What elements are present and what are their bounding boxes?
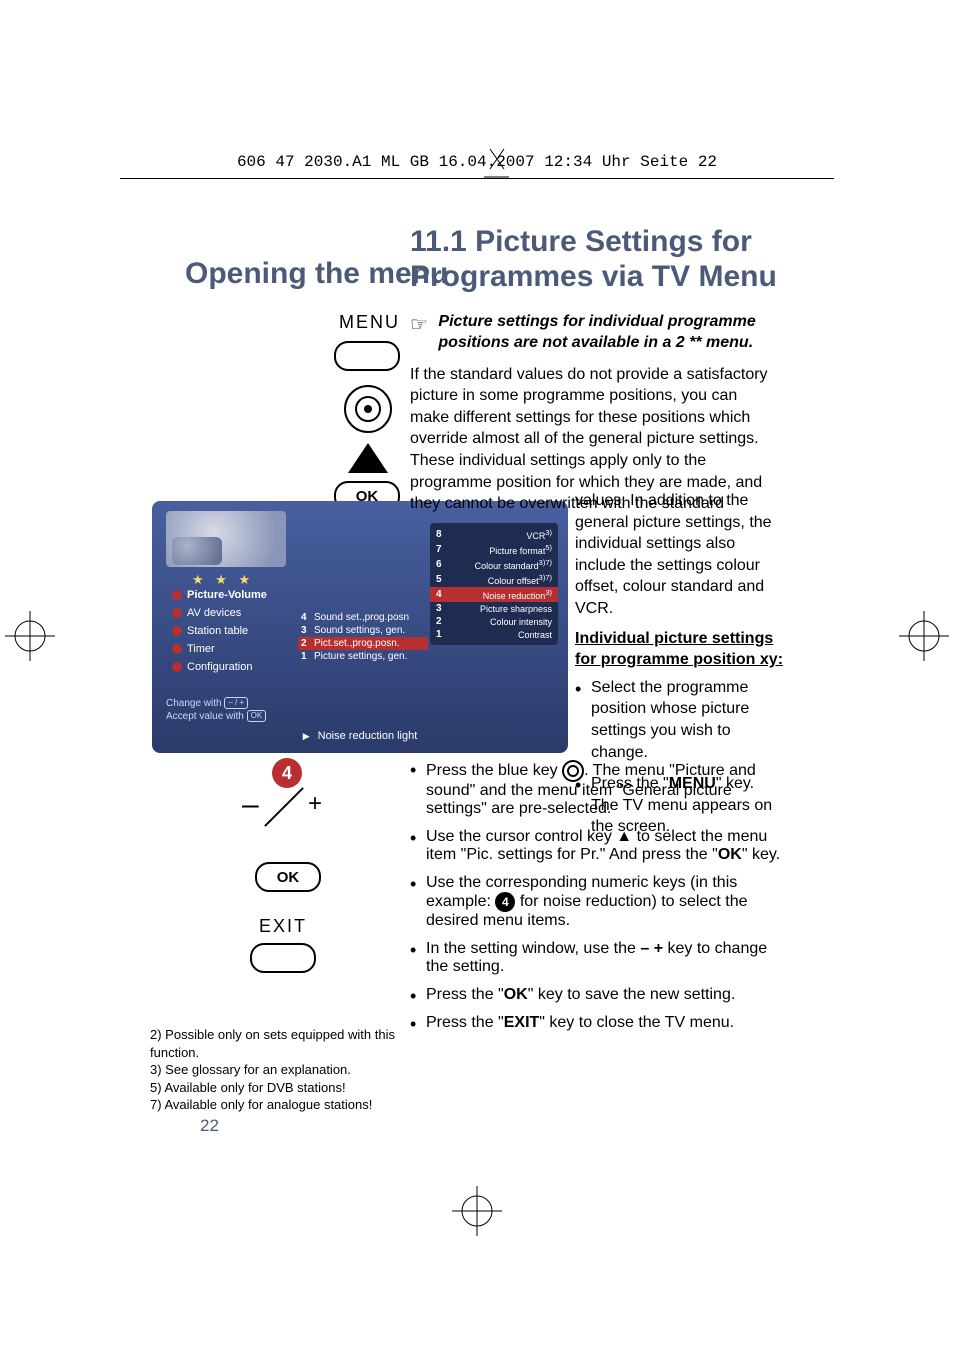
plus-minus-icon: + – [252, 792, 316, 818]
osd-main-menu: Picture-Volume AV devices Station table … [172, 586, 294, 676]
crop-mark-right-icon [894, 606, 954, 666]
intro-continued: values. In addition to the general pictu… [575, 490, 785, 620]
footnote-3: 3) See glossary for an explanation. [150, 1061, 410, 1079]
blue-key-inline-icon [562, 760, 584, 782]
osd-screenshot: ★ ★ ★ TV-Menu Picture-Volume AV devices … [152, 501, 568, 753]
osd-item-config: Configuration [172, 658, 294, 676]
exit-button-graphic [250, 943, 316, 973]
cursor-up-icon [348, 443, 388, 473]
page-container: 606 47 2030.A1 ML GB 16.04.2007 12:34 Uh… [0, 0, 954, 1351]
osd-item-timer: Timer [172, 640, 294, 658]
left-controls: MENU OK [140, 312, 400, 511]
osd-settings-list: 8VCR3) 7Picture format5) 6Colour standar… [430, 523, 558, 645]
footnotes: 2) Possible only on sets equipped with t… [150, 1026, 410, 1114]
menu-button-graphic [334, 341, 400, 371]
exit-label: EXIT [259, 916, 307, 937]
right-heading: 11.1 Picture Settings for Programmes via… [410, 225, 780, 294]
numkey-inline-icon: 4 [495, 892, 515, 912]
osd-mid-row: 1Picture settings, gen. [298, 650, 428, 663]
osd-right-row: 2Colour intensity [430, 615, 558, 628]
osd-status: Noise reduction light [303, 730, 418, 742]
bullet-change-value: In the setting window, use the – + key t… [410, 940, 785, 976]
page-number: 22 [200, 1116, 219, 1136]
bullet-select-programme: Select the programme position whose pict… [575, 677, 785, 763]
footnote-7: 7) Available only for analogue stations! [150, 1096, 410, 1114]
osd-right-row: 1Contrast [430, 628, 558, 641]
blue-key-icon [344, 385, 392, 433]
bullet-blue-key: Press the blue key . The menu "Picture a… [410, 760, 785, 818]
osd-right-row: 6Colour standard3)7) [430, 557, 558, 572]
osd-preview-thumb [166, 511, 286, 567]
menu-label: MENU [339, 312, 400, 333]
osd-footer: Change with – / + Accept value with OK [166, 697, 266, 723]
osd-right-row: 7Picture format5) [430, 542, 558, 557]
osd-submenu: 4Sound set.,prog.posn 3Sound settings, g… [298, 611, 428, 663]
footnote-5: 5) Available only for DVB stations! [150, 1079, 410, 1097]
subheading: Individual picture settings for programm… [575, 628, 785, 671]
note-text: Picture settings for individual programm… [438, 312, 773, 354]
osd-item-station: Station table [172, 622, 294, 640]
osd-item-av: AV devices [172, 604, 294, 622]
bullet-save: Press the "OK" key to save the new setti… [410, 986, 785, 1004]
fold-mark-bottom [447, 1181, 507, 1241]
footnote-2: 2) Possible only on sets equipped with t… [150, 1026, 410, 1061]
osd-right-row: 8VCR3) [430, 527, 558, 542]
header-print-info: 606 47 2030.A1 ML GB 16.04.2007 12:34 Uh… [0, 153, 954, 171]
right-text-block: ☞ Picture settings for individual progra… [410, 312, 780, 515]
osd-item-picture-volume: Picture-Volume [172, 586, 294, 604]
exit-block: EXIT [250, 916, 316, 973]
fold-mark-top [484, 145, 509, 185]
ok-button-graphic-2: OK [255, 862, 321, 892]
right-text-bullets-wide: Press the blue key . The menu "Picture a… [410, 760, 785, 1042]
osd-mid-row: 4Sound set.,prog.posn [298, 611, 428, 624]
header-divider [120, 178, 834, 179]
bullet-exit: Press the "EXIT" key to close the TV men… [410, 1014, 785, 1032]
osd-right-row-active: 4Noise reduction3) [430, 587, 558, 602]
osd-mid-row-active: 2Pict.set.,prog.posn. [298, 637, 428, 650]
left-heading: Opening the menu [185, 257, 448, 291]
bullet-numeric: Use the corresponding numeric keys (in t… [410, 874, 785, 930]
bullet-cursor-up: Use the cursor control key ▲ to select t… [410, 828, 785, 864]
osd-mid-row: 3Sound settings, gen. [298, 624, 428, 637]
osd-right-row: 5Colour offset3)7) [430, 572, 558, 587]
numkey-4-icon: 4 [272, 758, 302, 788]
pointing-hand-icon: ☞ [410, 312, 428, 338]
crop-mark-left-icon [0, 606, 60, 666]
osd-right-row: 3Picture sharpness [430, 602, 558, 615]
